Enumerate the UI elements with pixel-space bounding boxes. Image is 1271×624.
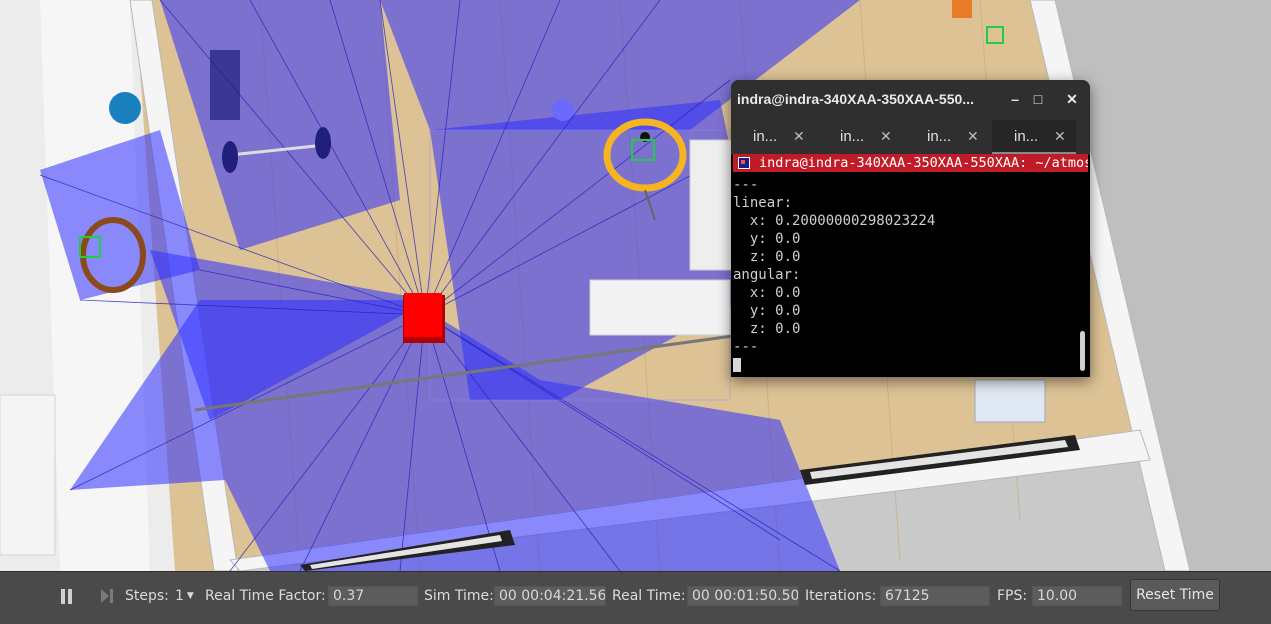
output-line: z: 0.0 bbox=[733, 249, 801, 265]
left-shelf bbox=[0, 394, 56, 556]
red-robot-icon bbox=[403, 293, 445, 343]
tab-4-active[interactable]: in... ✕ bbox=[992, 120, 1076, 154]
terminal-session-header: indra@indra-340XAA-350XAA-550XAA: ~/atmo… bbox=[733, 154, 1088, 172]
tab-2[interactable]: in... ✕ bbox=[818, 120, 902, 152]
fps-label: FPS: bbox=[997, 588, 1028, 604]
bar-weight-left bbox=[222, 141, 238, 173]
output-line: --- bbox=[733, 177, 759, 193]
small-ball bbox=[552, 99, 574, 121]
output-line: y: 0.0 bbox=[733, 231, 801, 247]
tab-label: in... bbox=[927, 128, 952, 145]
terminal-cursor bbox=[733, 358, 741, 372]
reset-time-button[interactable]: Reset Time bbox=[1130, 579, 1220, 611]
white-table bbox=[589, 279, 731, 336]
terminal-tabs: in... ✕ in... ✕ in... ✕ in... ✕ bbox=[731, 118, 1090, 155]
cube-box bbox=[974, 379, 1046, 423]
iterations-label: Iterations: bbox=[805, 588, 877, 604]
output-line: linear: bbox=[733, 195, 793, 211]
dark-item bbox=[210, 50, 240, 120]
tab-label: in... bbox=[1014, 128, 1039, 145]
minimize-icon[interactable]: – bbox=[1006, 90, 1024, 108]
sim-time-label: Sim Time: bbox=[424, 588, 494, 604]
pause-icon bbox=[61, 589, 72, 604]
output-line: x: 0.0 bbox=[733, 285, 801, 301]
simulation-toolbar: Steps: 1 ▼ Real Time Factor: 0.37 Sim Ti… bbox=[0, 571, 1271, 624]
real-time-factor-field: 0.37 bbox=[328, 586, 418, 606]
fps-field: 10.00 bbox=[1032, 586, 1122, 606]
tab-1[interactable]: in... ✕ bbox=[731, 120, 815, 152]
sim-time-field: 00 00:04:21.561 bbox=[494, 586, 606, 606]
output-line: z: 0.0 bbox=[733, 321, 801, 337]
output-line: angular: bbox=[733, 267, 801, 283]
pause-button[interactable] bbox=[58, 572, 76, 620]
tab-close-icon[interactable]: ✕ bbox=[793, 128, 805, 145]
step-button[interactable] bbox=[98, 572, 116, 620]
iterations-field: 67125 bbox=[880, 586, 990, 606]
step-forward-icon bbox=[101, 589, 113, 603]
steps-label: Steps: bbox=[125, 588, 169, 604]
terminal-icon bbox=[738, 157, 750, 169]
tab-label: in... bbox=[753, 128, 778, 145]
bar-weight-right bbox=[315, 127, 331, 159]
terminal-session-title: indra@indra-340XAA-350XAA-550XAA: ~/atmo… bbox=[759, 155, 1088, 171]
terminal-titlebar[interactable]: indra@indra-340XAA-350XAA-550... – □ ✕ bbox=[731, 80, 1090, 118]
terminal-title: indra@indra-340XAA-350XAA-550... bbox=[737, 91, 974, 107]
tab-close-icon[interactable]: ✕ bbox=[880, 128, 892, 145]
chevron-down-icon: ▼ bbox=[186, 591, 194, 601]
real-time-factor-label: Real Time Factor: bbox=[205, 588, 326, 604]
terminal-scrollbar[interactable] bbox=[1080, 331, 1085, 371]
terminal-window[interactable]: indra@indra-340XAA-350XAA-550... – □ ✕ i… bbox=[731, 80, 1090, 377]
tab-label: in... bbox=[840, 128, 865, 145]
tab-close-icon[interactable]: ✕ bbox=[1054, 128, 1066, 145]
terminal-output[interactable]: --- linear: x: 0.20000000298023224 y: 0.… bbox=[733, 176, 1073, 376]
real-time-label: Real Time: bbox=[612, 588, 686, 604]
steps-select[interactable]: 1 ▼ bbox=[175, 572, 194, 620]
close-icon[interactable]: ✕ bbox=[1063, 90, 1081, 108]
blue-ball bbox=[109, 92, 141, 124]
tab-3[interactable]: in... ✕ bbox=[905, 120, 989, 152]
orange-box bbox=[952, 0, 972, 18]
steps-value: 1 bbox=[175, 588, 184, 604]
output-line: x: 0.20000000298023224 bbox=[733, 213, 936, 229]
output-line: --- bbox=[733, 339, 759, 355]
real-time-field: 00 00:01:50.502 bbox=[687, 586, 799, 606]
maximize-icon[interactable]: □ bbox=[1029, 90, 1047, 108]
tab-close-icon[interactable]: ✕ bbox=[967, 128, 979, 145]
output-line: y: 0.0 bbox=[733, 303, 801, 319]
